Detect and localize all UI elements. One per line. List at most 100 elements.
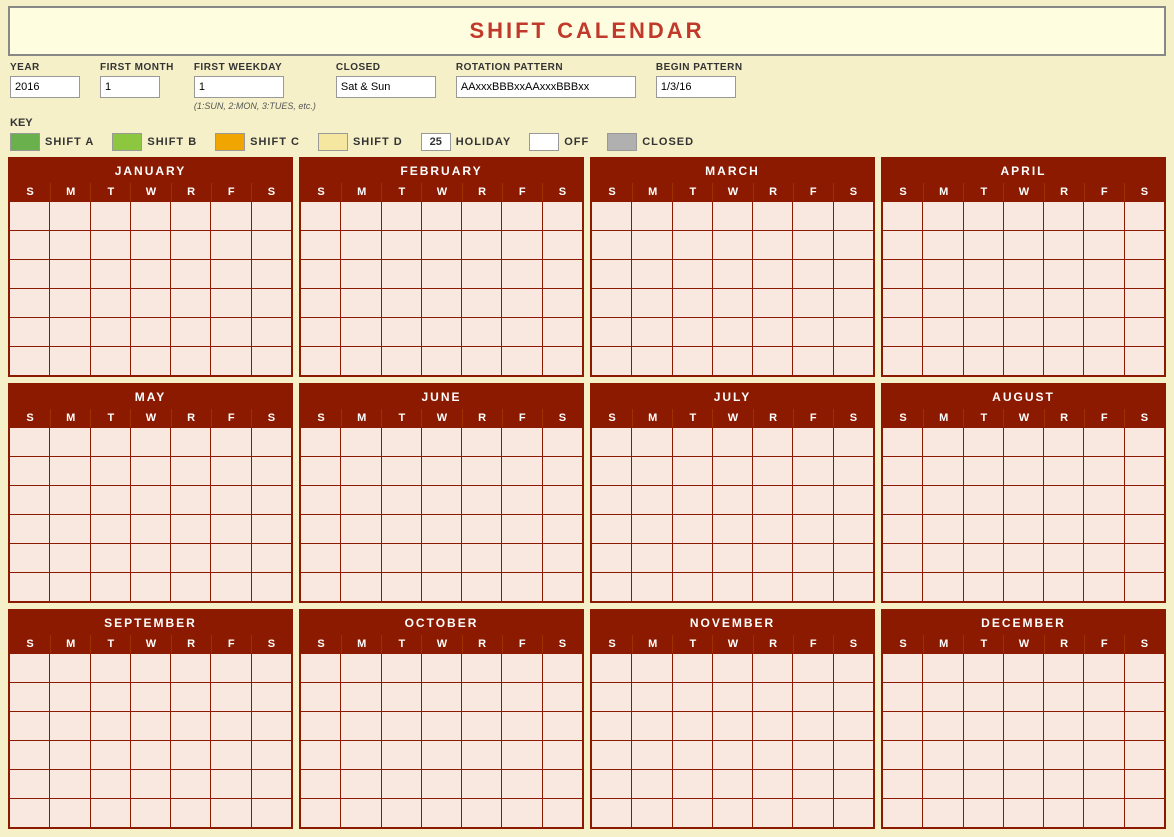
- day-cell: [211, 428, 250, 456]
- day-cell: [131, 260, 170, 288]
- day-cell: [1084, 260, 1123, 288]
- day-cell: [964, 654, 1003, 682]
- day-cell: [1044, 654, 1083, 682]
- day-cell: [673, 318, 712, 346]
- day-cell: [91, 457, 130, 485]
- rotation-input[interactable]: [456, 76, 636, 98]
- day-cell: [1004, 318, 1043, 346]
- day-cell: [1044, 712, 1083, 740]
- first-weekday-input[interactable]: [194, 76, 284, 98]
- day-cell: [923, 741, 962, 769]
- day-cell: [883, 741, 922, 769]
- calendar-row-2: MAYSMTWRFSJUNESMTWRFSJULYSMTWRFSAUGUSTSM…: [8, 383, 1166, 603]
- day-cell: [673, 654, 712, 682]
- day-cell: [753, 515, 792, 543]
- day-cell: [923, 573, 962, 601]
- day-cell: [382, 202, 421, 230]
- day-cell: [1004, 683, 1043, 711]
- day-cell: [252, 202, 291, 230]
- title-bar: SHIFT CALENDAR: [8, 6, 1166, 56]
- day-cell: [543, 486, 582, 514]
- day-header-S: S: [883, 635, 923, 653]
- day-cell: [753, 202, 792, 230]
- day-cell: [632, 770, 671, 798]
- day-header-S: S: [251, 409, 291, 427]
- day-cell: [211, 799, 250, 827]
- day-cell: [923, 515, 962, 543]
- day-cell: [923, 347, 962, 375]
- day-header-F: F: [793, 409, 833, 427]
- day-cell: [1084, 515, 1123, 543]
- day-cell: [252, 544, 291, 572]
- day-cell: [592, 231, 631, 259]
- day-cell: [502, 428, 541, 456]
- day-cell: [10, 231, 49, 259]
- day-cell: [50, 544, 89, 572]
- day-cell: [502, 231, 541, 259]
- day-header-S: S: [1124, 409, 1164, 427]
- month-header-february: FEBRUARY: [301, 159, 582, 183]
- day-cell: [301, 573, 340, 601]
- day-cell: [753, 770, 792, 798]
- day-cell: [211, 515, 250, 543]
- day-cell: [964, 457, 1003, 485]
- day-cell: [713, 289, 752, 317]
- day-cell: [462, 318, 501, 346]
- day-cell: [462, 231, 501, 259]
- day-cell: [753, 260, 792, 288]
- day-cell: [883, 260, 922, 288]
- shift-a-label: SHIFT A: [45, 136, 94, 148]
- calendar-row-1: JANUARYSMTWRFSFEBRUARYSMTWRFSMARCHSMTWRF…: [8, 157, 1166, 377]
- day-cell: [753, 683, 792, 711]
- day-cell: [171, 544, 210, 572]
- day-header-M: M: [341, 183, 381, 201]
- day-cell: [462, 770, 501, 798]
- shift-c-label: SHIFT C: [250, 136, 300, 148]
- day-cell: [793, 260, 832, 288]
- day-cell: [883, 799, 922, 827]
- day-cell: [543, 260, 582, 288]
- day-cell: [1125, 428, 1164, 456]
- day-cell: [793, 231, 832, 259]
- day-cell: [211, 318, 250, 346]
- day-cell: [793, 289, 832, 317]
- day-cell: [341, 457, 380, 485]
- day-cell: [834, 799, 873, 827]
- day-header-F: F: [793, 183, 833, 201]
- day-cell: [91, 202, 130, 230]
- day-header-W: W: [421, 409, 461, 427]
- day-cell: [883, 712, 922, 740]
- day-cell: [341, 486, 380, 514]
- day-cell: [211, 289, 250, 317]
- first-month-input[interactable]: [100, 76, 160, 98]
- closed-input[interactable]: [336, 76, 436, 98]
- day-cell: [1084, 770, 1123, 798]
- day-cell: [171, 260, 210, 288]
- day-cell: [923, 770, 962, 798]
- day-header-F: F: [211, 635, 251, 653]
- off-swatch: [529, 133, 559, 151]
- day-cell: [171, 347, 210, 375]
- day-cell: [382, 260, 421, 288]
- day-cell: [10, 347, 49, 375]
- day-cell: [131, 573, 170, 601]
- day-cell: [632, 683, 671, 711]
- month-header-april: APRIL: [883, 159, 1164, 183]
- day-cell: [422, 457, 461, 485]
- begin-input[interactable]: [656, 76, 736, 98]
- day-cell: [50, 428, 89, 456]
- day-cell: [1044, 318, 1083, 346]
- day-cell: [793, 486, 832, 514]
- day-header-F: F: [1084, 635, 1124, 653]
- year-input[interactable]: [10, 76, 80, 98]
- day-cell: [502, 515, 541, 543]
- calendar-grid: [592, 201, 873, 375]
- day-cell: [1004, 654, 1043, 682]
- day-cell: [1004, 799, 1043, 827]
- day-cell: [632, 573, 671, 601]
- day-cell: [422, 231, 461, 259]
- day-cell: [341, 712, 380, 740]
- day-cell: [1084, 428, 1123, 456]
- calendar-grid: [10, 201, 291, 375]
- day-cell: [422, 428, 461, 456]
